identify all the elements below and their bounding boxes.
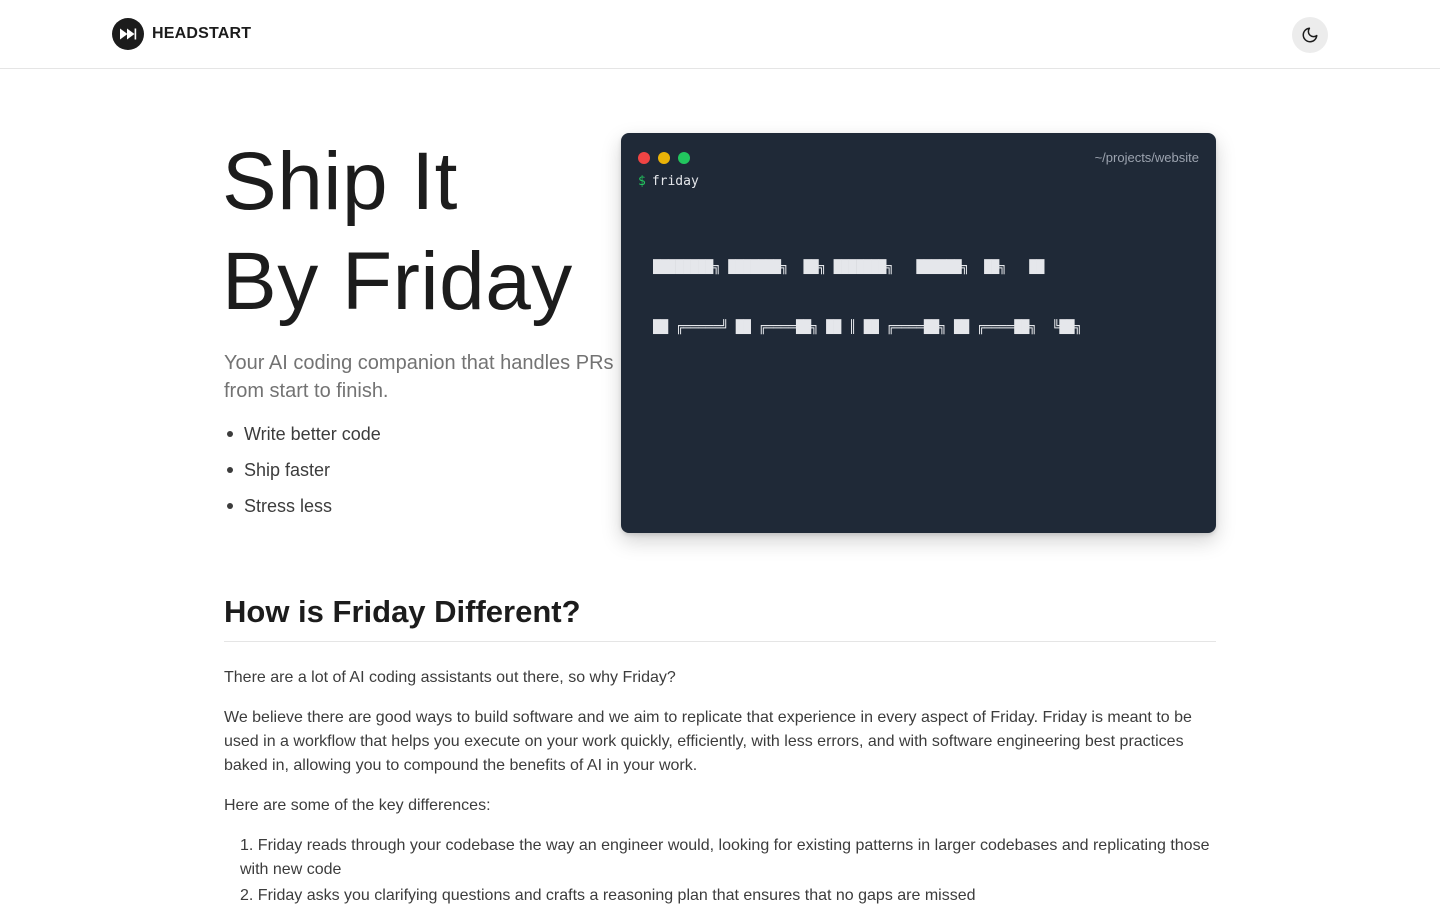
terminal-path: ~/projects/website [1094,150,1199,165]
moon-icon [1302,27,1318,43]
ascii-art-banner: ████████╗ ███████╗ ██╗ ███████╗ ██████╗ … [653,217,1199,337]
hero-feature-item: Write better code [224,422,381,458]
philosophy-paragraph: We believe there are good ways to build … [224,709,1192,774]
maximize-dot [678,152,690,164]
site-header: HEADSTART [0,0,1440,69]
difference-item: 2. Friday asks you clarifying questions … [240,887,976,904]
terminal-window: ~/projects/website $ friday ████████╗ ███… [621,133,1216,533]
hero-feature-item: Ship faster [224,458,381,494]
brand-name: HEADSTART [152,25,252,42]
hero-feature-item: Stress less [224,494,381,530]
differences-list: 1. Friday reads through your codebase th… [240,834,1216,910]
brand-home-link[interactable]: HEADSTART [112,18,251,50]
ascii-art-line: ████████╗ ███████╗ ██╗ ███████╗ ██████╗ … [653,259,1045,274]
close-dot [638,152,650,164]
section-heading: How is Friday Different? [224,594,1216,642]
difference-item: 1. Friday reads through your codebase th… [240,837,1210,878]
terminal-command: friday [651,174,699,189]
prompt-symbol: $ [638,174,646,189]
theme-toggle-button[interactable] [1292,17,1328,53]
hero-feature-list: Write better code Ship faster Stress les… [224,422,381,530]
hero-subtitle: Your AI coding companion that handles PR… [224,352,614,402]
fast-forward-icon [112,18,144,50]
ascii-art-line: ██ ╔═════╝ ██ ╔════██╗ ██ ║ ██ ╔════██╗ … [653,319,1082,334]
hero-title-line-2: By Friday [222,236,573,327]
differences-intro: Here are some of the key differences: [224,797,491,814]
window-controls [638,152,690,164]
minimize-dot [658,152,670,164]
intro-paragraph: There are a lot of AI coding assistants … [224,669,676,686]
hero-title-line-1: Ship It [222,136,458,227]
hero-title: Ship It By Friday [222,132,622,332]
terminal-prompt: $ friday [638,174,699,189]
